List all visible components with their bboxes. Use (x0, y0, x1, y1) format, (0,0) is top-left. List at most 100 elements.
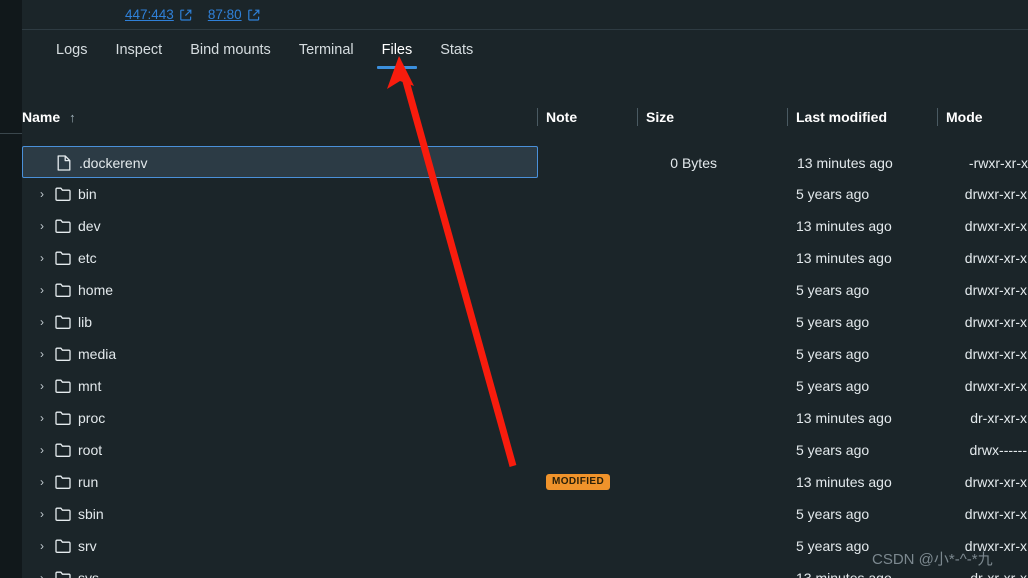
tab-bind-mounts[interactable]: Bind mounts (176, 31, 285, 69)
chevron-right-icon[interactable]: › (34, 379, 50, 393)
column-header-last-modified[interactable]: Last modified (796, 109, 887, 125)
file-name: .dockerenv (79, 155, 148, 171)
chevron-right-icon[interactable]: › (34, 571, 50, 578)
cell-mode: drwxr-xr-x (964, 250, 1027, 266)
tab-logs[interactable]: Logs (42, 31, 101, 69)
port-link[interactable]: 87:80 (208, 7, 242, 22)
cell-name: › sys (34, 562, 99, 578)
cell-mode: drwxr-xr-x (964, 282, 1027, 298)
cell-mode: drwxr-xr-x (964, 346, 1027, 362)
file-name: srv (78, 538, 97, 554)
cell-name: › root (34, 434, 102, 466)
table-row[interactable]: › bin 5 years ago drwxr-xr-x (22, 178, 1028, 210)
cell-mode: drwxr-xr-x (964, 186, 1027, 202)
cell-mode: -rwxr-xr-x (968, 155, 1028, 171)
port-mapping-1: 87:80 (208, 7, 260, 22)
cell-mode: drwxr-xr-x (964, 474, 1027, 490)
chevron-right-icon[interactable]: › (34, 187, 50, 201)
tab-label: Logs (56, 42, 88, 58)
chevron-right-icon[interactable]: › (34, 251, 50, 265)
port-link[interactable]: 447:443 (125, 7, 174, 22)
column-divider (787, 108, 788, 126)
port-links: 447:443 87:80 (125, 7, 260, 22)
cell-name: › mnt (34, 370, 101, 402)
cell-name: › etc (34, 242, 97, 274)
tab-terminal[interactable]: Terminal (285, 31, 368, 69)
chevron-right-icon[interactable]: › (34, 219, 50, 233)
column-header-name[interactable]: Name ↑ (22, 109, 76, 125)
table-row[interactable]: ›.dockerenv0 Bytes13 minutes ago-rwxr-xr… (22, 146, 1028, 179)
column-divider (937, 108, 938, 126)
file-name: root (78, 442, 103, 458)
tab-label: Stats (440, 42, 474, 58)
rail-divider (0, 133, 22, 134)
external-link-icon[interactable] (180, 9, 192, 21)
status-badge: MODIFIED (546, 474, 611, 490)
external-link-icon[interactable] (247, 9, 260, 21)
table-row[interactable]: › mnt 5 years ago drwxr-xr-x (22, 370, 1028, 402)
cell-name: › srv (34, 530, 97, 562)
folder-icon (50, 411, 76, 425)
column-divider (637, 108, 638, 126)
column-header-note[interactable]: Note (546, 109, 577, 125)
folder-icon (50, 475, 76, 489)
folder-icon (50, 507, 76, 521)
tab-bar: Logs Inspect Bind mounts Terminal Files Stats (22, 31, 1028, 71)
column-header-mode[interactable]: Mode (946, 109, 983, 125)
file-name: mnt (78, 378, 102, 394)
table-row[interactable]: › sbin 5 years ago drwxr-xr-x (22, 498, 1028, 530)
column-divider (537, 108, 538, 126)
tab-label: Inspect (115, 42, 163, 58)
chevron-right-icon[interactable]: › (34, 539, 50, 553)
folder-icon (50, 283, 76, 297)
file-name: bin (78, 186, 97, 202)
port-bar: 447:443 87:80 (22, 0, 1028, 30)
tab-label: Files (381, 42, 413, 58)
folder-icon (50, 251, 76, 265)
port-mapping-0: 447:443 (125, 7, 192, 22)
column-header-name-label: Name (22, 109, 61, 125)
chevron-right-icon[interactable]: › (34, 443, 50, 457)
chevron-right-icon[interactable]: › (34, 347, 50, 361)
cell-name: ›.dockerenv (35, 147, 147, 179)
file-list: ›.dockerenv0 Bytes13 minutes ago-rwxr-xr… (22, 146, 1028, 578)
file-name: sys (78, 570, 99, 578)
cell-mode: drwxr-xr-x (964, 218, 1027, 234)
left-rail (0, 0, 22, 578)
chevron-right-icon[interactable]: › (34, 475, 50, 489)
cell-mode: drwxr-xr-x (964, 378, 1027, 394)
file-name: run (78, 474, 99, 490)
container-files-panel: 447:443 87:80 Logs Inspect Bind mounts Termi… (0, 0, 1028, 578)
tab-inspect[interactable]: Inspect (101, 31, 176, 69)
cell-name: › media (34, 338, 116, 370)
chevron-right-icon[interactable]: › (34, 411, 50, 425)
file-name: proc (78, 410, 106, 426)
cell-mode: dr-xr-xr-x (970, 410, 1027, 426)
chevron-right-icon[interactable]: › (34, 283, 50, 297)
table-row[interactable]: › home 5 years ago drwxr-xr-x (22, 274, 1028, 306)
tab-files[interactable]: Files (368, 31, 427, 69)
watermark: CSDN @小*-^-*九 (872, 551, 993, 568)
table-row[interactable]: › dev 13 minutes ago drwxr-xr-x (22, 210, 1028, 242)
tab-stats[interactable]: Stats (426, 31, 487, 69)
folder-icon (50, 219, 76, 233)
chevron-right-icon[interactable]: › (34, 507, 50, 521)
table-row[interactable]: › run MODIFIED 13 minutes ago drwxr-xr-x (22, 466, 1028, 498)
chevron-right-icon[interactable]: › (34, 315, 50, 329)
table-row[interactable]: › lib 5 years ago drwxr-xr-x (22, 306, 1028, 338)
folder-icon (50, 379, 76, 393)
file-name: lib (78, 314, 93, 330)
folder-icon (50, 443, 76, 457)
table-row[interactable]: › root 5 years ago drwx------ (22, 434, 1028, 466)
file-name: etc (78, 250, 97, 266)
file-name: dev (78, 218, 101, 234)
file-icon (51, 155, 77, 171)
cell-name: › sbin (34, 498, 104, 530)
table-row[interactable]: › media 5 years ago drwxr-xr-x (22, 338, 1028, 370)
table-row[interactable]: › proc 13 minutes ago dr-xr-xr-x (22, 402, 1028, 434)
file-name: home (78, 282, 114, 298)
table-row[interactable]: › etc 13 minutes ago drwxr-xr-x (22, 242, 1028, 274)
column-header-size[interactable]: Size (646, 109, 674, 125)
cell-mode: drwxr-xr-x (964, 314, 1027, 330)
file-name: sbin (78, 506, 104, 522)
